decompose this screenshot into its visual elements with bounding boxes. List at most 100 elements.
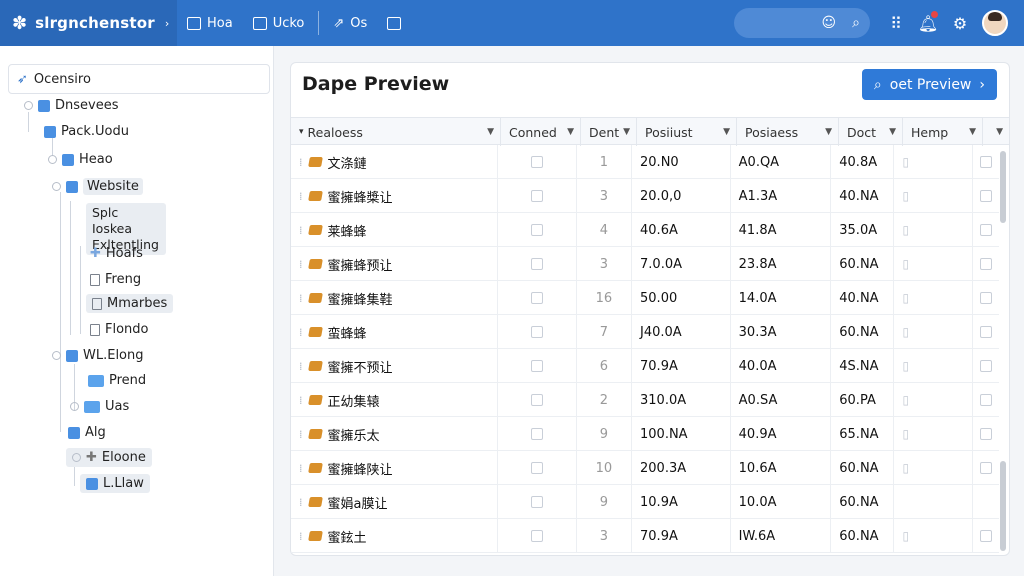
- checkbox[interactable]: [530, 190, 543, 202]
- column-header-options[interactable]: ▼: [983, 118, 1009, 146]
- tree-item-eloone[interactable]: ✚ Eloone: [66, 448, 152, 467]
- tree-item-pack-uodu[interactable]: Pack.Uodu: [44, 124, 129, 139]
- scrollbar-thumb[interactable]: [1000, 461, 1006, 551]
- cell-select[interactable]: [973, 247, 999, 281]
- checkbox[interactable]: [530, 530, 543, 542]
- tree-item-prend[interactable]: Prend: [88, 373, 146, 388]
- row-checkbox[interactable]: [980, 190, 993, 202]
- row-checkbox[interactable]: [980, 326, 993, 338]
- tree-item-alg[interactable]: Alg: [68, 425, 106, 440]
- table-row[interactable]: ⁞ 正幼集辕 2 310.0A A0.SA 60.PA ▯: [291, 383, 999, 417]
- checkbox[interactable]: [530, 156, 543, 168]
- row-checkbox[interactable]: [980, 462, 993, 474]
- cell-conned[interactable]: [498, 349, 577, 383]
- table-row[interactable]: ⁞ 文涤鏈 1 20.N0 A0.QA 40.8A ▯: [291, 145, 999, 179]
- bell-icon[interactable]: 🔔︎: [912, 10, 944, 33]
- cell-conned[interactable]: [498, 281, 577, 315]
- table-row[interactable]: ⁞ 蜜擁蜂槳让 3 20.0,0 A1.3A 40.NA ▯: [291, 179, 999, 213]
- cell-conned[interactable]: [498, 451, 577, 485]
- column-header-hemp[interactable]: Hemp ▼: [903, 118, 983, 146]
- table-row[interactable]: ⁞ 蜜娟a膜让 9 10.9A 10.0A 60.NA: [291, 485, 999, 519]
- drag-handle-icon[interactable]: ⁞: [299, 224, 303, 237]
- tree-item-l-llaw[interactable]: L.Llaw: [80, 474, 150, 493]
- checkbox[interactable]: [530, 496, 543, 508]
- search-icon[interactable]: ⌕: [852, 15, 860, 31]
- checkbox[interactable]: [530, 224, 543, 236]
- tree-item-flondo[interactable]: Flondo: [90, 322, 149, 337]
- tree-item-uas[interactable]: Uas: [70, 399, 129, 414]
- row-checkbox[interactable]: [980, 428, 993, 440]
- checkbox[interactable]: [530, 462, 543, 474]
- grid-icon[interactable]: ⠿: [880, 14, 912, 33]
- tree-item-dnsevees[interactable]: Dnsevees: [24, 98, 118, 113]
- table-row[interactable]: ⁞ 蜜擁乐太 9 100.NA 40.9A 65.NA ▯: [291, 417, 999, 451]
- cell-select[interactable]: [973, 485, 999, 519]
- cell-name[interactable]: ⁞ 蜜鉉土: [291, 519, 498, 553]
- cell-conned[interactable]: [498, 519, 577, 553]
- drag-handle-icon[interactable]: ⁞: [299, 156, 303, 169]
- row-checkbox[interactable]: [980, 530, 993, 542]
- row-checkbox[interactable]: [980, 224, 993, 236]
- table-row[interactable]: ⁞ 蜜擁蜂预让 3 7.0.0A 23.8A 60.NA ▯: [291, 247, 999, 281]
- column-header-posiaess[interactable]: Posiaess ▼: [737, 118, 839, 146]
- expand-toggle-icon[interactable]: [52, 182, 61, 191]
- search-box[interactable]: ☺ ⌕: [734, 8, 870, 38]
- row-checkbox[interactable]: [980, 394, 993, 406]
- get-preview-button[interactable]: ⌕ oet Preview ›: [861, 69, 997, 100]
- gear-icon[interactable]: ⚙: [944, 14, 976, 33]
- row-checkbox[interactable]: [980, 292, 993, 304]
- table-row[interactable]: ⁞ 蜜鉉土 3 70.9A IW.6A 60.NA ▯: [291, 519, 999, 553]
- column-header-posiiust[interactable]: Posiiust ▼: [637, 118, 737, 146]
- row-checkbox[interactable]: [980, 360, 993, 372]
- user-search-icon[interactable]: ☺: [822, 15, 837, 31]
- expand-toggle-icon[interactable]: [48, 155, 57, 164]
- checkbox[interactable]: [530, 258, 543, 270]
- expand-toggle-icon[interactable]: [24, 101, 33, 110]
- drag-handle-icon[interactable]: ⁞: [299, 530, 303, 543]
- cell-name[interactable]: ⁞ 蜜擁蜂槳让: [291, 179, 498, 213]
- cell-select[interactable]: [973, 281, 999, 315]
- cell-name[interactable]: ⁞ 蜜擁不预让: [291, 349, 498, 383]
- drag-handle-icon[interactable]: ⁞: [299, 360, 303, 373]
- cell-select[interactable]: [973, 315, 999, 349]
- row-checkbox[interactable]: [980, 258, 993, 270]
- drag-handle-icon[interactable]: ⁞: [299, 190, 303, 203]
- expand-toggle-icon[interactable]: [70, 402, 79, 411]
- cell-conned[interactable]: [498, 145, 577, 179]
- cell-select[interactable]: [973, 213, 999, 247]
- sidebar-header[interactable]: ➶ Ocensiro: [8, 64, 270, 94]
- expand-toggle-icon[interactable]: [52, 351, 61, 360]
- cell-conned[interactable]: [498, 485, 577, 519]
- cell-select[interactable]: [973, 145, 999, 179]
- expand-toggle-icon[interactable]: [72, 453, 81, 462]
- cell-select[interactable]: [973, 349, 999, 383]
- row-checkbox[interactable]: [980, 156, 993, 168]
- cell-name[interactable]: ⁞ 正幼集辕: [291, 383, 498, 417]
- tree-item-hoafs[interactable]: ✚ Hoafs: [90, 246, 143, 261]
- drag-handle-icon[interactable]: ⁞: [299, 326, 303, 339]
- column-header-dent[interactable]: Dent ▼: [581, 118, 637, 146]
- table-row[interactable]: ⁞ 莱蜂蜂 4 40.6A 41.8A 35.0A ▯: [291, 213, 999, 247]
- table-row[interactable]: ⁞ 蜜擁不预让 6 70.9A 40.0A 4S.NA ▯: [291, 349, 999, 383]
- drag-handle-icon[interactable]: ⁞: [299, 428, 303, 441]
- cell-select[interactable]: [973, 179, 999, 213]
- tree-item-freng[interactable]: Freng: [90, 272, 141, 287]
- app-switcher[interactable]: ✽ slrgnchenstor ›: [0, 0, 177, 46]
- nav-item-hoa[interactable]: Hoa: [177, 0, 243, 46]
- vertical-scrollbar[interactable]: [999, 145, 1007, 553]
- cell-conned[interactable]: [498, 417, 577, 451]
- avatar[interactable]: [982, 10, 1008, 36]
- tree-item-mmarbes[interactable]: Mmarbes: [86, 294, 174, 313]
- cell-select[interactable]: [973, 519, 999, 553]
- nav-item-os[interactable]: ⇗ Os: [323, 0, 377, 46]
- cell-select[interactable]: [973, 451, 999, 485]
- column-header-doct[interactable]: Doct ▼: [839, 118, 903, 146]
- cell-name[interactable]: ⁞ 蜜擁蜂陕让: [291, 451, 498, 485]
- cell-conned[interactable]: [498, 315, 577, 349]
- checkbox[interactable]: [530, 360, 543, 372]
- cell-name[interactable]: ⁞ 蜜娟a膜让: [291, 485, 498, 519]
- column-header-realoess[interactable]: ▾ Realoess ▼: [291, 118, 501, 146]
- cell-conned[interactable]: [498, 383, 577, 417]
- drag-handle-icon[interactable]: ⁞: [299, 496, 303, 509]
- drag-handle-icon[interactable]: ⁞: [299, 292, 303, 305]
